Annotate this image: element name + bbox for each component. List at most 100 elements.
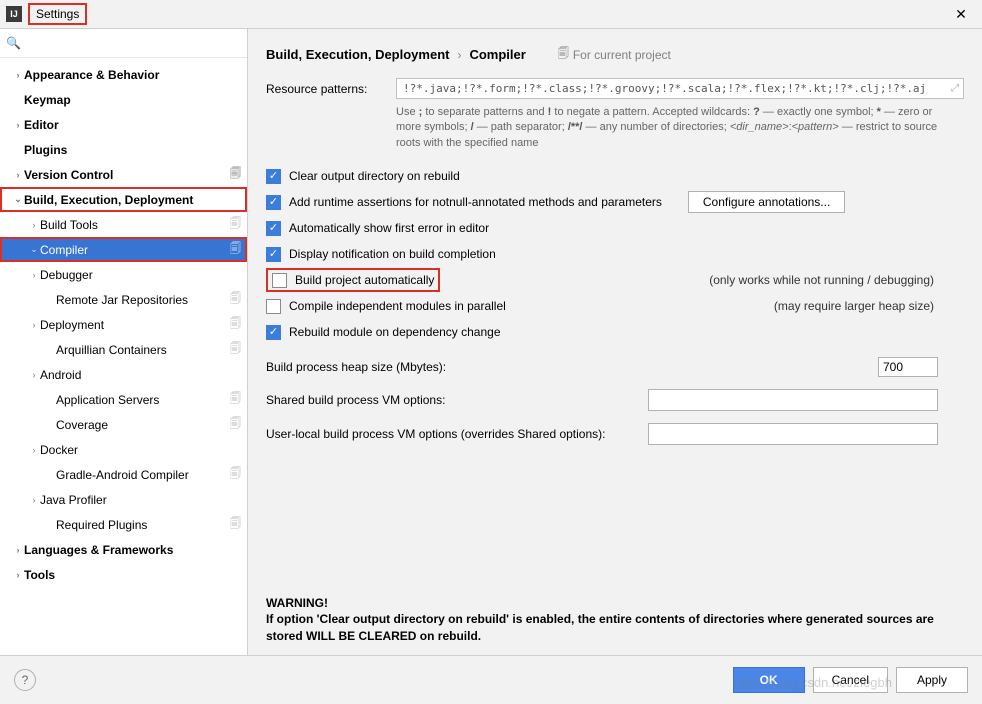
heap-size-input[interactable] (878, 357, 938, 377)
configure-annotations-button[interactable]: Configure annotations... (688, 191, 845, 213)
tree-item-label: Appearance & Behavior (24, 68, 241, 82)
chevron-icon: › (28, 220, 40, 230)
expand-field-icon[interactable]: ⤢ (951, 83, 959, 94)
search-row: 🔍 (0, 29, 247, 58)
chevron-icon: › (28, 445, 40, 455)
check-row: Compile independent modules in parallel (… (266, 293, 964, 319)
tree-item-label: Remote Jar Repositories (56, 293, 226, 307)
tree-item-arquillian-containers[interactable]: Arquillian Containers🗐 (0, 337, 247, 362)
project-scope-icon: 🗐 (558, 45, 569, 64)
tree-item-java-profiler[interactable]: ›Java Profiler (0, 487, 247, 512)
resource-patterns-input[interactable]: !?*.java;!?*.form;!?*.class;!?*.groovy;!… (396, 78, 964, 99)
check-row: Display notification on build completion (266, 241, 964, 267)
close-button[interactable]: ✕ (946, 0, 976, 28)
tree-item-android[interactable]: ›Android (0, 362, 247, 387)
tree-item-label: Build, Execution, Deployment (24, 193, 241, 207)
checkbox[interactable] (266, 195, 281, 210)
project-scope-icon: 🗐 (230, 390, 241, 409)
check-row: Automatically show first error in editor (266, 215, 964, 241)
tree-item-compiler[interactable]: ⌄Compiler🗐 (0, 237, 247, 262)
project-scope-icon: 🗐 (230, 415, 241, 434)
tree-item-required-plugins[interactable]: Required Plugins🗐 (0, 512, 247, 537)
check-row: Clear output directory on rebuild (266, 163, 964, 189)
user-vm-input[interactable] (648, 423, 938, 445)
tree-item-deployment[interactable]: ›Deployment🗐 (0, 312, 247, 337)
tree-item-editor[interactable]: ›Editor (0, 112, 247, 137)
project-scope-icon: 🗐 (230, 290, 241, 309)
settings-tree: ›Appearance & BehaviorKeymap›EditorPlugi… (0, 58, 247, 655)
tree-item-coverage[interactable]: Coverage 🗐 (0, 412, 247, 437)
checkbox[interactable] (266, 299, 281, 314)
scope-label: 🗐 For current project (558, 45, 671, 64)
app-icon: IJ (6, 6, 22, 22)
project-scope-icon: 🗐 (230, 165, 241, 184)
checkbox-label: Build project automatically (295, 273, 434, 287)
tree-item-label: Build Tools (40, 218, 226, 232)
tree-item-label: Deployment (40, 318, 226, 332)
tree-item-label: Coverage (56, 418, 226, 432)
tree-item-debugger[interactable]: ›Debugger (0, 262, 247, 287)
chevron-icon: › (12, 545, 24, 555)
search-input[interactable] (25, 34, 241, 52)
project-scope-icon: 🗐 (230, 215, 241, 234)
checkbox[interactable] (266, 169, 281, 184)
check-row: Add runtime assertions for notnull-annot… (266, 189, 964, 215)
main-panel: Build, Execution, Deployment › Compiler … (248, 29, 982, 655)
ok-button[interactable]: OK (733, 667, 805, 693)
tree-item-keymap[interactable]: Keymap (0, 87, 247, 112)
chevron-icon: › (28, 320, 40, 330)
tree-item-build-tools[interactable]: ›Build Tools 🗐 (0, 212, 247, 237)
tree-item-label: Docker (40, 443, 241, 457)
checkbox-note: (only works while not running / debuggin… (709, 273, 964, 287)
tree-item-label: Version Control (24, 168, 226, 182)
tree-item-languages-frameworks[interactable]: ›Languages & Frameworks (0, 537, 247, 562)
checkbox-label: Rebuild module on dependency change (289, 325, 501, 339)
tree-item-gradle-android-compiler[interactable]: Gradle-Android Compiler🗐 (0, 462, 247, 487)
tree-item-appearance-behavior[interactable]: ›Appearance & Behavior (0, 62, 247, 87)
sidebar: 🔍 ›Appearance & BehaviorKeymap›EditorPlu… (0, 29, 248, 655)
chevron-right-icon: › (457, 48, 461, 62)
breadcrumb-root: Build, Execution, Deployment (266, 47, 449, 62)
search-icon: 🔍 (6, 36, 21, 50)
tree-item-version-control[interactable]: ›Version Control🗐 (0, 162, 247, 187)
tree-item-application-servers[interactable]: Application Servers 🗐 (0, 387, 247, 412)
tree-item-remote-jar-repositories[interactable]: Remote Jar Repositories 🗐 (0, 287, 247, 312)
tree-item-docker[interactable]: ›Docker (0, 437, 247, 462)
tree-item-build-execution-deployment[interactable]: ⌄Build, Execution, Deployment (0, 187, 247, 212)
checkbox[interactable] (266, 247, 281, 262)
breadcrumb-leaf: Compiler (469, 47, 525, 62)
chevron-icon: › (12, 70, 24, 80)
chevron-icon: ⌄ (28, 244, 40, 255)
window-title: Settings (28, 3, 87, 25)
tree-item-label: Editor (24, 118, 241, 132)
user-vm-label: User-local build process VM options (ove… (266, 427, 606, 441)
shared-vm-input[interactable] (648, 389, 938, 411)
checkbox[interactable] (272, 273, 287, 288)
patterns-hint: Use ; to separate patterns and ! to nega… (396, 105, 956, 151)
apply-button[interactable]: Apply (896, 667, 968, 693)
tree-item-label: Arquillian Containers (56, 343, 226, 357)
tree-item-label: Compiler (40, 243, 226, 257)
footer: ? OK Cancel Apply (0, 656, 982, 704)
tree-item-tools[interactable]: ›Tools (0, 562, 247, 587)
tree-item-plugins[interactable]: Plugins (0, 137, 247, 162)
tree-item-label: Android (40, 368, 241, 382)
checkbox-label: Add runtime assertions for notnull-annot… (289, 195, 662, 209)
tree-item-label: Java Profiler (40, 493, 241, 507)
checkbox-label: Compile independent modules in parallel (289, 299, 506, 313)
checkbox-note: (may require larger heap size) (774, 299, 964, 313)
breadcrumb: Build, Execution, Deployment › Compiler … (266, 45, 964, 64)
checkbox[interactable] (266, 325, 281, 340)
checkbox-label: Display notification on build completion (289, 247, 496, 261)
chevron-icon: › (28, 495, 40, 505)
checkbox[interactable] (266, 221, 281, 236)
check-row: Rebuild module on dependency change (266, 319, 964, 345)
project-scope-icon: 🗐 (230, 515, 241, 534)
cancel-button[interactable]: Cancel (813, 667, 888, 693)
chevron-icon: ⌄ (12, 194, 24, 205)
check-row: Build project automatically (only works w… (266, 267, 964, 293)
titlebar: IJ Settings ✕ (0, 0, 982, 28)
tree-item-label: Application Servers (56, 393, 226, 407)
tree-item-label: Plugins (24, 143, 241, 157)
help-button[interactable]: ? (14, 669, 36, 691)
